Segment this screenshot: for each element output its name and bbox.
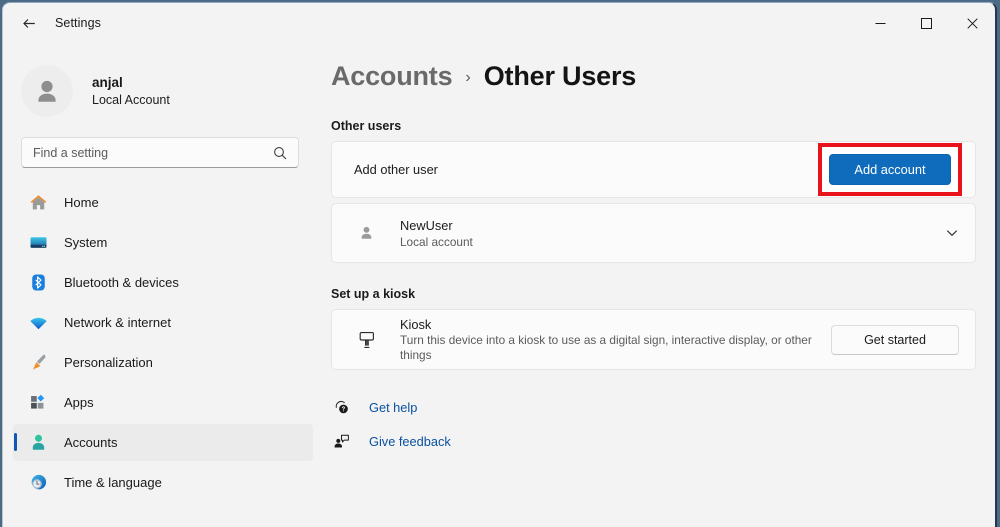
sidebar-item-label: Time & language [64,475,162,490]
kiosk-text: Kiosk Turn this device into a kiosk to u… [400,316,831,363]
breadcrumb-parent[interactable]: Accounts [331,61,453,92]
sidebar-item-personalization[interactable]: Personalization [13,344,313,381]
back-arrow-icon [21,15,38,32]
sidebar-item-label: Accounts [64,435,118,450]
section-title-other-users: Other users [331,119,402,133]
sidebar-item-label: Personalization [64,355,153,370]
kiosk-title: Kiosk [400,317,432,332]
sidebar-item-label: Apps [64,395,94,410]
avatar [21,65,73,117]
add-other-user-card: Add other user Add account [331,141,976,198]
kiosk-description: Turn this device into a kiosk to use as … [400,333,812,362]
add-account-button[interactable]: Add account [829,154,951,185]
user-avatar-icon [38,80,56,102]
maximize-icon [920,17,932,29]
kiosk-display-icon [354,329,380,351]
caption-buttons [857,3,995,43]
sidebar-item-label: Home [64,195,99,210]
profile-name: anjal [92,74,123,90]
profile-subtitle: Local Account [92,92,170,107]
sidebar-item-label: System [64,235,108,250]
help-icon [331,397,351,417]
search-box[interactable] [21,137,299,168]
sidebar-item-label: Bluetooth & devices [64,275,179,290]
accounts-icon [28,433,48,453]
maximize-button[interactable] [903,3,949,43]
sidebar-item-accounts[interactable]: Accounts [13,424,313,461]
sidebar-item-home[interactable]: Home [13,184,313,221]
sidebar-item-label: Network & internet [64,315,171,330]
profile-text: anjal Local Account [92,74,170,109]
chevron-down-icon[interactable] [945,226,959,240]
sidebar-nav: Home System Bluetooth & devices Network … [3,184,323,501]
app-title: Settings [55,16,101,30]
user-subtitle: Local account [400,234,473,249]
section-title-kiosk: Set up a kiosk [331,287,416,301]
get-help-link[interactable]: Get help [331,394,995,420]
system-icon [28,233,48,253]
feedback-icon [331,431,351,451]
profile-card[interactable]: anjal Local Account [3,60,323,122]
search-icon [273,146,287,160]
highlight-box: Add account [818,143,962,196]
user-avatar-icon [354,221,379,246]
clock-globe-icon [28,473,48,493]
sidebar-item-system[interactable]: System [13,224,313,261]
kiosk-card: Kiosk Turn this device into a kiosk to u… [331,309,976,370]
sidebar-item-bluetooth[interactable]: Bluetooth & devices [13,264,313,301]
add-other-user-label: Add other user [354,162,438,177]
page-title: Other Users [483,61,637,91]
user-row-text: NewUser Local account [400,217,945,250]
footer-link-label: Get help [369,399,418,415]
breadcrumb: Accounts › Other Users [331,61,995,92]
search-input[interactable] [22,145,273,160]
minimize-button[interactable] [857,3,903,43]
back-button[interactable] [12,8,46,38]
settings-window: Settings anjal Local Account Find a sett… [2,2,997,527]
apps-icon [28,393,48,413]
sidebar-item-apps[interactable]: Apps [13,384,313,421]
user-name: NewUser [400,217,453,233]
main-content: Accounts › Other Users Other users Add o… [323,43,995,527]
close-button[interactable] [949,3,995,43]
minimize-icon [875,18,886,29]
paintbrush-icon [28,353,48,373]
close-icon [966,17,978,29]
sidebar-item-time-language[interactable]: Time & language [13,464,313,501]
sidebar: anjal Local Account Home [3,43,323,527]
get-started-button[interactable]: Get started [831,324,959,355]
sidebar-item-network[interactable]: Network & internet [13,304,313,341]
home-icon [28,193,48,213]
footer-links: Get help Give feedback [331,394,995,454]
bluetooth-icon [28,273,48,293]
chevron-right-icon: › [465,69,471,86]
footer-link-label: Give feedback [369,433,451,449]
give-feedback-link[interactable]: Give feedback [331,428,995,454]
user-row-newuser[interactable]: NewUser Local account [331,203,976,263]
wifi-icon [28,313,48,333]
title-bar: Settings [3,3,995,43]
